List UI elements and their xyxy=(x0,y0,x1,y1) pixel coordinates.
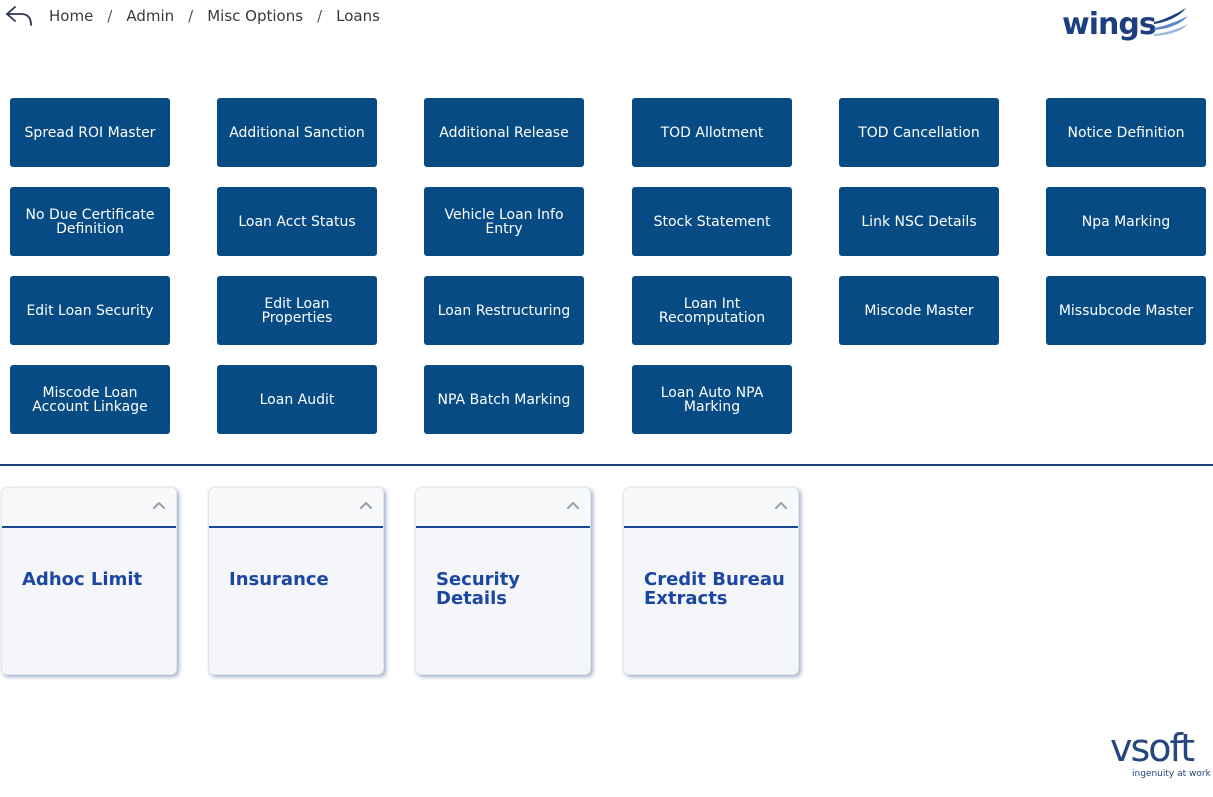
chevron-up-icon[interactable] xyxy=(152,500,166,510)
tile-loan-restructuring[interactable]: Loan Restructuring xyxy=(424,276,584,345)
chevron-up-icon[interactable] xyxy=(359,500,373,510)
card-insurance[interactable]: Insurance xyxy=(208,487,384,675)
card-header xyxy=(209,488,383,528)
card-credit-bureau-extracts[interactable]: Credit Bureau Extracts xyxy=(623,487,799,675)
tile-loan-auto-npa-marking[interactable]: Loan Auto NPA Marking xyxy=(632,365,792,434)
tile-tod-allotment[interactable]: TOD Allotment xyxy=(632,98,792,167)
breadcrumb-loans: Loans xyxy=(336,7,380,25)
tile-edit-loan-security[interactable]: Edit Loan Security xyxy=(10,276,170,345)
tile-spread-roi-master[interactable]: Spread ROI Master xyxy=(10,98,170,167)
card-adhoc-limit[interactable]: Adhoc Limit xyxy=(1,487,177,675)
vsoft-tagline: ingenuity at work xyxy=(1132,769,1211,779)
tile-missubcode-master[interactable]: Missubcode Master xyxy=(1046,276,1206,345)
tile-additional-release[interactable]: Additional Release xyxy=(424,98,584,167)
section-divider xyxy=(0,464,1213,466)
back-arrow-icon[interactable] xyxy=(4,4,34,28)
tile-npa-batch-marking[interactable]: NPA Batch Marking xyxy=(424,365,584,434)
top-bar: Home / Admin / Misc Options / Loans wing… xyxy=(0,0,1213,42)
card-title: Credit Bureau Extracts xyxy=(644,569,785,609)
tile-loan-acct-status[interactable]: Loan Acct Status xyxy=(217,187,377,256)
breadcrumb-admin[interactable]: Admin xyxy=(126,7,174,25)
wings-logo-text: wings xyxy=(1062,7,1157,42)
card-title: Adhoc Limit xyxy=(22,569,143,590)
tile-tod-cancellation[interactable]: TOD Cancellation xyxy=(839,98,999,167)
breadcrumb: Home / Admin / Misc Options / Loans xyxy=(49,7,380,25)
tile-loan-int-recomputation[interactable]: Loan Int Recomputation xyxy=(632,276,792,345)
tile-miscode-master[interactable]: Miscode Master xyxy=(839,276,999,345)
tile-loan-audit[interactable]: Loan Audit xyxy=(217,365,377,434)
tile-miscode-loan-account-linkage[interactable]: Miscode Loan Account Linkage xyxy=(10,365,170,434)
tile-link-nsc-details[interactable]: Link NSC Details xyxy=(839,187,999,256)
vsoft-logo-text: vsoft xyxy=(1110,726,1195,770)
wings-logo: wings xyxy=(1062,6,1190,48)
tile-npa-marking[interactable]: Npa Marking xyxy=(1046,187,1206,256)
tile-notice-definition[interactable]: Notice Definition xyxy=(1046,98,1206,167)
wings-swoosh-icon xyxy=(1154,8,1188,36)
chevron-up-icon[interactable] xyxy=(566,500,580,510)
tile-edit-loan-properties[interactable]: Edit Loan Properties xyxy=(217,276,377,345)
breadcrumb-separator: / xyxy=(317,7,323,25)
breadcrumb-separator: / xyxy=(107,7,113,25)
card-title: Insurance xyxy=(229,569,329,590)
breadcrumb-misc-options[interactable]: Misc Options xyxy=(207,7,303,25)
vsoft-logo: vsoft ingenuity at work xyxy=(1108,726,1213,784)
chevron-up-icon[interactable] xyxy=(774,500,788,510)
tile-additional-sanction[interactable]: Additional Sanction xyxy=(217,98,377,167)
tile-stock-statement[interactable]: Stock Statement xyxy=(632,187,792,256)
breadcrumb-separator: / xyxy=(188,7,194,25)
card-header xyxy=(416,488,590,528)
card-security-details[interactable]: Security Details xyxy=(415,487,591,675)
breadcrumb-home[interactable]: Home xyxy=(49,7,93,25)
card-header xyxy=(2,488,176,528)
card-header xyxy=(624,488,798,528)
tile-vehicle-loan-info-entry[interactable]: Vehicle Loan Info Entry xyxy=(424,187,584,256)
tile-no-due-certificate-definition[interactable]: No Due Certificate Definition xyxy=(10,187,170,256)
card-title: Security Details xyxy=(436,569,521,609)
